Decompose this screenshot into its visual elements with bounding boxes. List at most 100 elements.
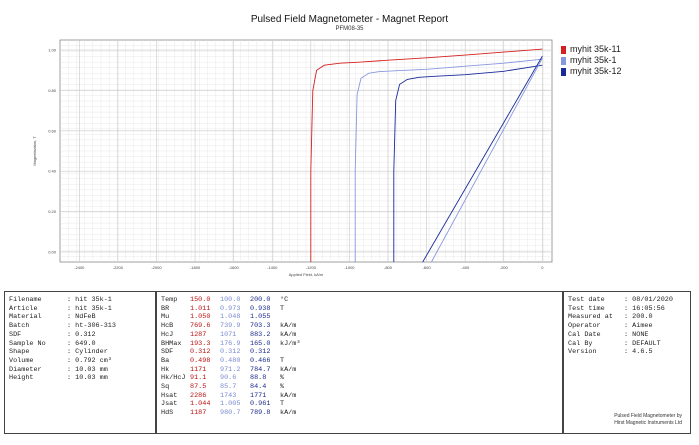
measurement-value-35k-11: 1.050 [190, 313, 211, 322]
measurement-unit: kA/m [280, 391, 297, 400]
legend-item-35k-1: myhit 35k-1 [561, 55, 622, 66]
y-tick-label: 0.00 [48, 249, 57, 254]
measurement-value-35k-1: 980.7 [220, 409, 241, 418]
sample-info-row: Filename : hit 35k-1 [9, 296, 155, 305]
field-label: Batch [9, 322, 30, 331]
measurement-value-35k-11: 87.5 [190, 383, 207, 392]
field-label: Filename [9, 296, 42, 304]
x-tick-label: -1400 [267, 265, 278, 270]
test-info-row: Measured at: 200.0 [568, 313, 690, 322]
measurement-row: Mu 1.050 1.048 1.055 [161, 313, 562, 322]
field-label: SDF [9, 330, 22, 339]
measurement-row: Hk 1171 971.2 784.7 kA/m [161, 366, 562, 375]
measurement-label: Temp [161, 296, 178, 304]
field-value: : 0.312 [67, 330, 96, 339]
measurement-label: Hk [161, 365, 170, 374]
y-tick-label: 0.80 [48, 88, 57, 93]
measurement-row: HdS 1187 980.7 789.8 kA/m [161, 409, 562, 418]
measurement-label: Hsat [161, 391, 178, 400]
measurement-value-35k-11: 1.044 [190, 400, 211, 409]
sample-info-row: Article: hit 35k-1 [9, 305, 155, 314]
x-tick-label: -2200 [113, 265, 124, 270]
measurement-value-35k-11: 1171 [190, 365, 207, 374]
x-tick-label: -200 [500, 265, 509, 270]
measurement-value-35k-12: 703.3 [250, 322, 271, 331]
test-info-row: Cal Date: NONE [568, 331, 690, 340]
manufacturer-footer: Pulsed Field Magnetometer by Hirst Magne… [614, 413, 682, 427]
measurement-label: BHMax [161, 339, 182, 348]
measurement-value-35k-1: 739.9 [220, 322, 241, 331]
legend-label: myhit 35k-11 [570, 44, 621, 54]
field-value: : 10.03 mm [67, 365, 108, 374]
y-axis-label: Magnetisation, T [32, 136, 37, 166]
field-label: Shape [9, 348, 30, 357]
measurement-value-35k-12: 883.2 [250, 330, 271, 339]
sample-info-row: SDF : 0.312 [9, 331, 155, 340]
measurement-row: Temp 150.0 100.0 200.0 °C [161, 296, 562, 305]
measurement-row: HcB 769.6 739.9 703.3 kA/m [161, 322, 562, 331]
field-label: Test date [568, 296, 605, 304]
field-label: Diameter [9, 365, 42, 374]
measurement-value-35k-12: 0.938 [250, 304, 271, 313]
measurement-value-35k-1: 0.480 [220, 356, 241, 365]
measurement-unit: T [280, 356, 285, 365]
measurement-unit: % [280, 374, 285, 383]
measurement-value-35k-1: 176.9 [220, 339, 241, 348]
field-value: : 16:05:56 [624, 304, 665, 313]
measurement-value-35k-11: 2286 [190, 391, 207, 400]
measurements-panel: Temp 150.0 100.0 200.0 °C BR 1.011 0.973 0.938 T M… [156, 291, 563, 434]
measurement-value-35k-11: 0.498 [190, 356, 211, 365]
measurement-value-35k-1: 1743 [220, 391, 237, 400]
test-info-row: Operator: Aimee [568, 322, 690, 331]
y-tick-label: 0.20 [48, 209, 57, 214]
measurement-value-35k-11: 1.011 [190, 304, 211, 313]
measurement-row: SDF 0.312 0.312 0.312 [161, 348, 562, 357]
measurement-value-35k-12: 1771 [250, 391, 267, 400]
test-info-row: Test date: 08/01/2020 [568, 296, 690, 305]
measurement-unit: kA/m [280, 330, 297, 339]
x-tick-label: -600 [423, 265, 432, 270]
measurement-value-35k-1: 85.7 [220, 383, 237, 392]
test-info-row: Version : 4.6.5 [568, 348, 690, 357]
measurement-value-35k-1: 0.973 [220, 304, 241, 313]
measurement-value-35k-12: 165.0 [250, 339, 271, 348]
measurement-label: Sq [161, 383, 170, 392]
measurement-value-35k-1: 100.0 [220, 296, 241, 304]
measurement-label: Ba [161, 356, 170, 365]
measurement-value-35k-1: 0.312 [220, 348, 241, 357]
measurement-row: Ba 0.498 0.480 0.466 T [161, 357, 562, 366]
x-tick-label: -1200 [306, 265, 317, 270]
measurement-row: BR 1.011 0.973 0.938 T [161, 305, 562, 314]
measurement-value-35k-12: 0.312 [250, 348, 271, 357]
field-label: Test time [568, 304, 605, 313]
measurement-unit: % [280, 383, 285, 392]
measurement-value-35k-12: 1.055 [250, 313, 271, 322]
field-value: : hit 35k-1 [67, 296, 112, 304]
footer-line: Hirst Magnetic Instruments Ltd [614, 420, 682, 426]
test-info-rows: Test date: 08/01/2020 Test time : 16:05:56… [568, 296, 690, 357]
field-value: : 4.6.5 [624, 348, 653, 357]
measurement-value-35k-1: 1071 [220, 330, 237, 339]
field-value: : 0.792 cm³ [67, 356, 112, 365]
x-tick-label: -1000 [344, 265, 355, 270]
measurement-label: Mu [161, 313, 170, 322]
field-value: : NONE [624, 330, 649, 339]
measurement-value-35k-12: 200.0 [250, 296, 271, 304]
measurement-row: Hsat 2286 1743 1771 kA/m [161, 392, 562, 401]
legend-swatch [561, 56, 566, 65]
measurement-value-35k-1: 90.6 [220, 374, 237, 383]
sample-info-row: Height: 10.03 mm [9, 374, 155, 383]
measurement-unit: °C [280, 296, 289, 304]
measurement-row: Jsat 1.044 1.005 0.961 T [161, 400, 562, 409]
field-value: : hit 35k-1 [67, 304, 112, 313]
measurement-label: Jsat [161, 400, 178, 409]
measurement-value-35k-11: 0.312 [190, 348, 211, 357]
legend-swatch [561, 45, 566, 54]
field-value: : Cylinder [67, 348, 108, 357]
measurement-unit: kJ/m³ [280, 339, 301, 348]
field-label: Version [568, 348, 597, 357]
sample-info-row: Shape : Cylinder [9, 348, 155, 357]
x-axis-label: Applied Field, kA/m [289, 272, 324, 277]
measurement-value-35k-11: 1287 [190, 330, 207, 339]
field-value: : Aimee [624, 322, 653, 331]
